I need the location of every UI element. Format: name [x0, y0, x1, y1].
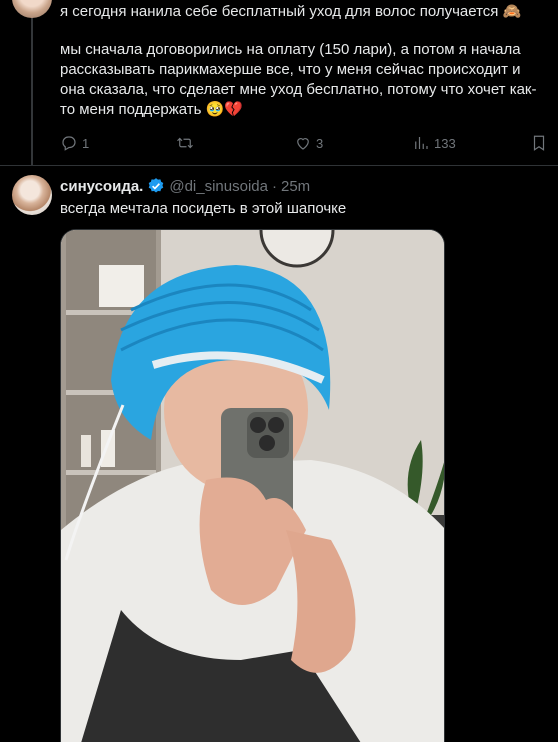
retweet-button[interactable]: [176, 134, 194, 152]
thread-connector-line: [31, 0, 33, 165]
separator-dot: ·: [271, 177, 277, 195]
reply-button[interactable]: 1: [60, 134, 89, 152]
views-count: 133: [434, 135, 456, 151]
reply-icon: [62, 136, 76, 151]
mirror-selfie-image: [61, 230, 444, 742]
like-icon: [297, 138, 309, 150]
tweet-divider: [0, 165, 558, 166]
views-button[interactable]: 133: [412, 134, 456, 152]
user-handle[interactable]: @di_sinusoida: [169, 178, 268, 195]
avatar[interactable]: [12, 0, 52, 18]
verified-badge-icon: [149, 178, 164, 193]
tweet-actions: 1 3 133: [60, 132, 546, 154]
display-name[interactable]: синусоида.: [60, 178, 143, 195]
avatar[interactable]: [12, 175, 52, 215]
tweet-header: синусоида. @di_sinusoida · 25m: [60, 176, 310, 196]
timestamp[interactable]: 25m: [281, 178, 310, 195]
tweet-text-line1: я сегодня нанила себе бесплатный уход дл…: [60, 3, 522, 20]
views-icon: [415, 137, 428, 149]
reply-count: 1: [82, 135, 90, 151]
tweet-text: всегда мечтала посидеть в этой шапочке: [60, 200, 347, 217]
bookmark-icon: [533, 135, 545, 151]
tweet-photo[interactable]: [60, 229, 445, 742]
tweet-text-body: мы сначала договорились на оплату (150 л…: [60, 41, 537, 118]
like-count: 3: [316, 135, 324, 151]
retweet-icon: [177, 137, 193, 149]
like-button[interactable]: 3: [294, 134, 323, 152]
bookmark-button[interactable]: [530, 134, 548, 152]
